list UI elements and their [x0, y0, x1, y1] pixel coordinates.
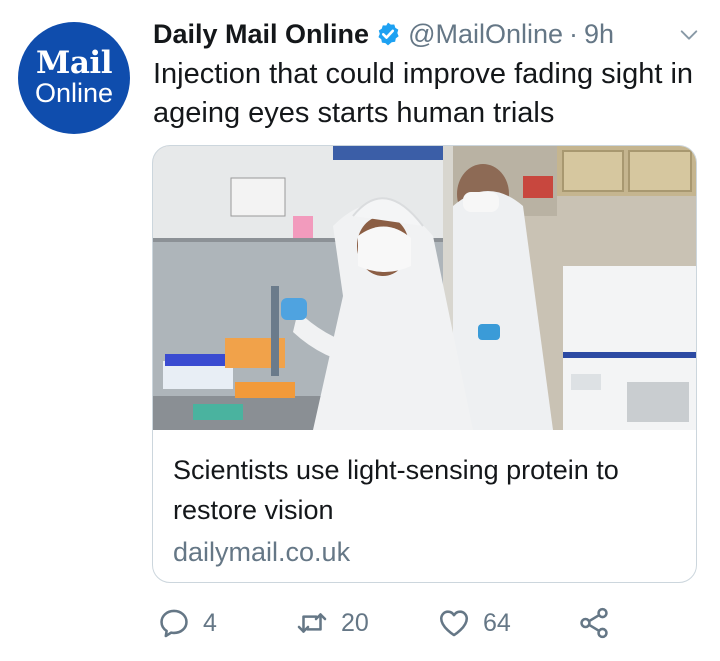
verified-badge-icon	[378, 22, 399, 46]
retweet-button[interactable]: 20	[295, 601, 369, 645]
retweet-icon	[297, 613, 327, 633]
retweet-count: 20	[341, 608, 369, 637]
avatar-logo-line1: Mail	[36, 45, 112, 81]
like-icon	[439, 610, 469, 637]
account-name[interactable]: Daily Mail Online	[153, 19, 369, 50]
avatar[interactable]: Mail Online	[18, 22, 130, 134]
tweet-header: Daily Mail Online @MailOnline · 9h	[153, 14, 704, 54]
reply-count: 4	[203, 608, 217, 637]
tweet-timestamp[interactable]: 9h	[584, 19, 614, 50]
like-count: 64	[483, 608, 511, 637]
share-button[interactable]	[577, 601, 611, 645]
like-button[interactable]: 64	[437, 601, 511, 645]
share-icon	[580, 607, 608, 639]
card-body: Scientists use light-sensing protein to …	[173, 450, 680, 572]
reply-button[interactable]: 4	[157, 601, 217, 645]
chevron-down-icon[interactable]	[678, 24, 700, 46]
link-card[interactable]: Scientists use light-sensing protein to …	[152, 145, 697, 583]
action-bar: 4 20 64	[157, 601, 627, 645]
avatar-logo-line2: Online	[34, 78, 114, 108]
tweet-text: Injection that could improve fading sigh…	[153, 58, 694, 129]
separator: ·	[569, 18, 579, 49]
card-title: Scientists use light-sensing protein to …	[173, 455, 619, 525]
reply-icon	[160, 609, 188, 638]
card-domain: dailymail.co.uk	[173, 537, 351, 567]
card-image	[153, 146, 696, 430]
account-handle[interactable]: @MailOnline	[408, 19, 563, 50]
